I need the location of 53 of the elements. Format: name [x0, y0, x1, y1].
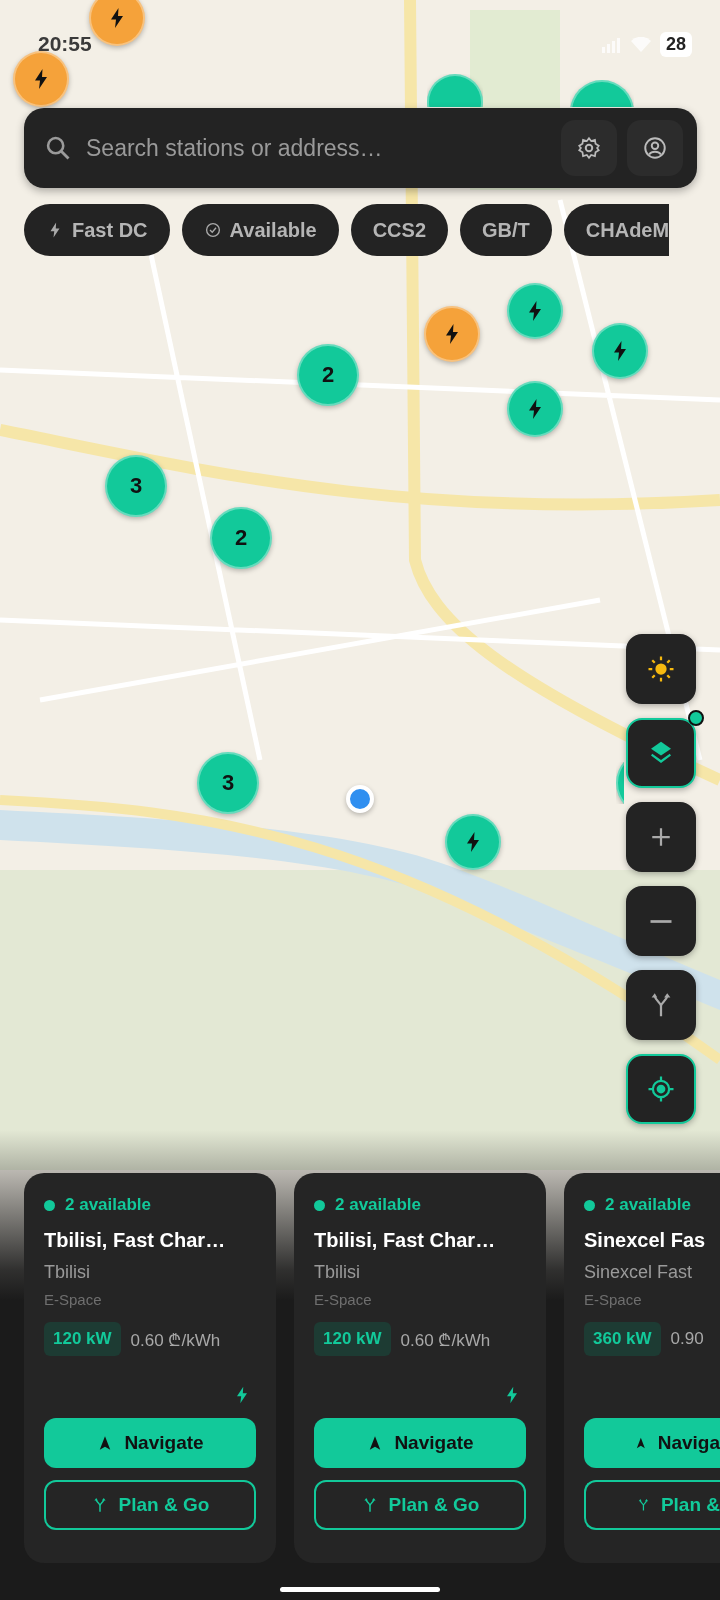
navigate-button[interactable]: Naviga: [584, 1418, 720, 1468]
battery-level: 28: [659, 32, 692, 57]
status-dot: [584, 1199, 595, 1211]
plan-and-go-button[interactable]: Plan & Go: [44, 1480, 256, 1530]
route-button[interactable]: [626, 970, 696, 1040]
availability-text: 2 available: [605, 1195, 691, 1215]
navigate-button[interactable]: Navigate: [44, 1418, 256, 1468]
station-city: Tbilisi: [44, 1262, 91, 1283]
target-icon: [646, 1074, 676, 1104]
layers-button[interactable]: [626, 718, 696, 788]
zoom-in-button[interactable]: [626, 802, 696, 872]
search-icon: [44, 134, 72, 162]
operator-name: E-Space: [584, 1291, 643, 1308]
my-location-button[interactable]: [626, 1054, 696, 1124]
station-name: Tbilisi, Fast Char…: [314, 1229, 497, 1252]
status-time: 20:55: [38, 32, 92, 56]
navigate-button[interactable]: Navigate: [314, 1418, 526, 1468]
status-dot: [314, 1199, 325, 1211]
search-field[interactable]: Search stations or address…: [24, 108, 697, 188]
plan-and-go-button[interactable]: Plan &: [584, 1480, 720, 1530]
station-name: Tbilisi, Fast Char…: [44, 1229, 227, 1252]
zoom-out-button[interactable]: [626, 886, 696, 956]
price-text: 0.90: [670, 1329, 704, 1349]
availability-text: 2 available: [335, 1195, 421, 1215]
profile-icon: [642, 135, 668, 161]
station-city: Sinexcel Fast: [584, 1262, 694, 1283]
station-card[interactable]: 2 available Tbilisi, Fast Char… Tbilisi E-Space 120 kW 0.60 ₾/kWh Navigate Plan & Go: [24, 1173, 276, 1563]
station-city: Tbilisi: [314, 1262, 361, 1283]
minus-icon: [650, 919, 672, 923]
profile-button[interactable]: [627, 120, 683, 176]
settings-icon: [576, 135, 602, 161]
operator-name: E-Space: [314, 1291, 373, 1308]
price-text: 0.60 ₾/kWh: [400, 1329, 491, 1351]
availability-text: 2 available: [65, 1195, 151, 1215]
station-name: Sinexcel Fas: [584, 1229, 707, 1252]
power-badge: 120 kW: [44, 1322, 121, 1356]
station-card[interactable]: 2 available Tbilisi, Fast Char… Tbilisi E-Space 120 kW 0.60 ₾/kWh Navigate Plan & Go: [294, 1173, 546, 1563]
status-dot: [44, 1199, 55, 1211]
filter-chip[interactable]: Available: [181, 204, 339, 256]
operator-name: E-Space: [44, 1291, 103, 1308]
power-badge: 120 kW: [314, 1322, 391, 1356]
search-input[interactable]: Search stations or address…: [82, 130, 551, 166]
fork-arrows-icon: [636, 1496, 651, 1514]
filter-chip[interactable]: Fast DC: [24, 204, 170, 256]
sun-icon: [646, 654, 676, 684]
price-text: 0.60 ₾/kWh: [130, 1329, 221, 1351]
power-badge: 360 kW: [584, 1322, 661, 1356]
plan-and-go-button[interactable]: Plan & Go: [314, 1480, 526, 1530]
settings-button[interactable]: [561, 120, 617, 176]
check-circle-icon: [203, 221, 222, 239]
station-card[interactable]: 2 available Sinexcel Fas Sinexcel Fast E-Space 360 kW 0.90 Naviga Plan &: [564, 1173, 720, 1563]
filter-chip[interactable]: CHAdeM: [563, 204, 670, 256]
theme-button[interactable]: [626, 634, 696, 704]
